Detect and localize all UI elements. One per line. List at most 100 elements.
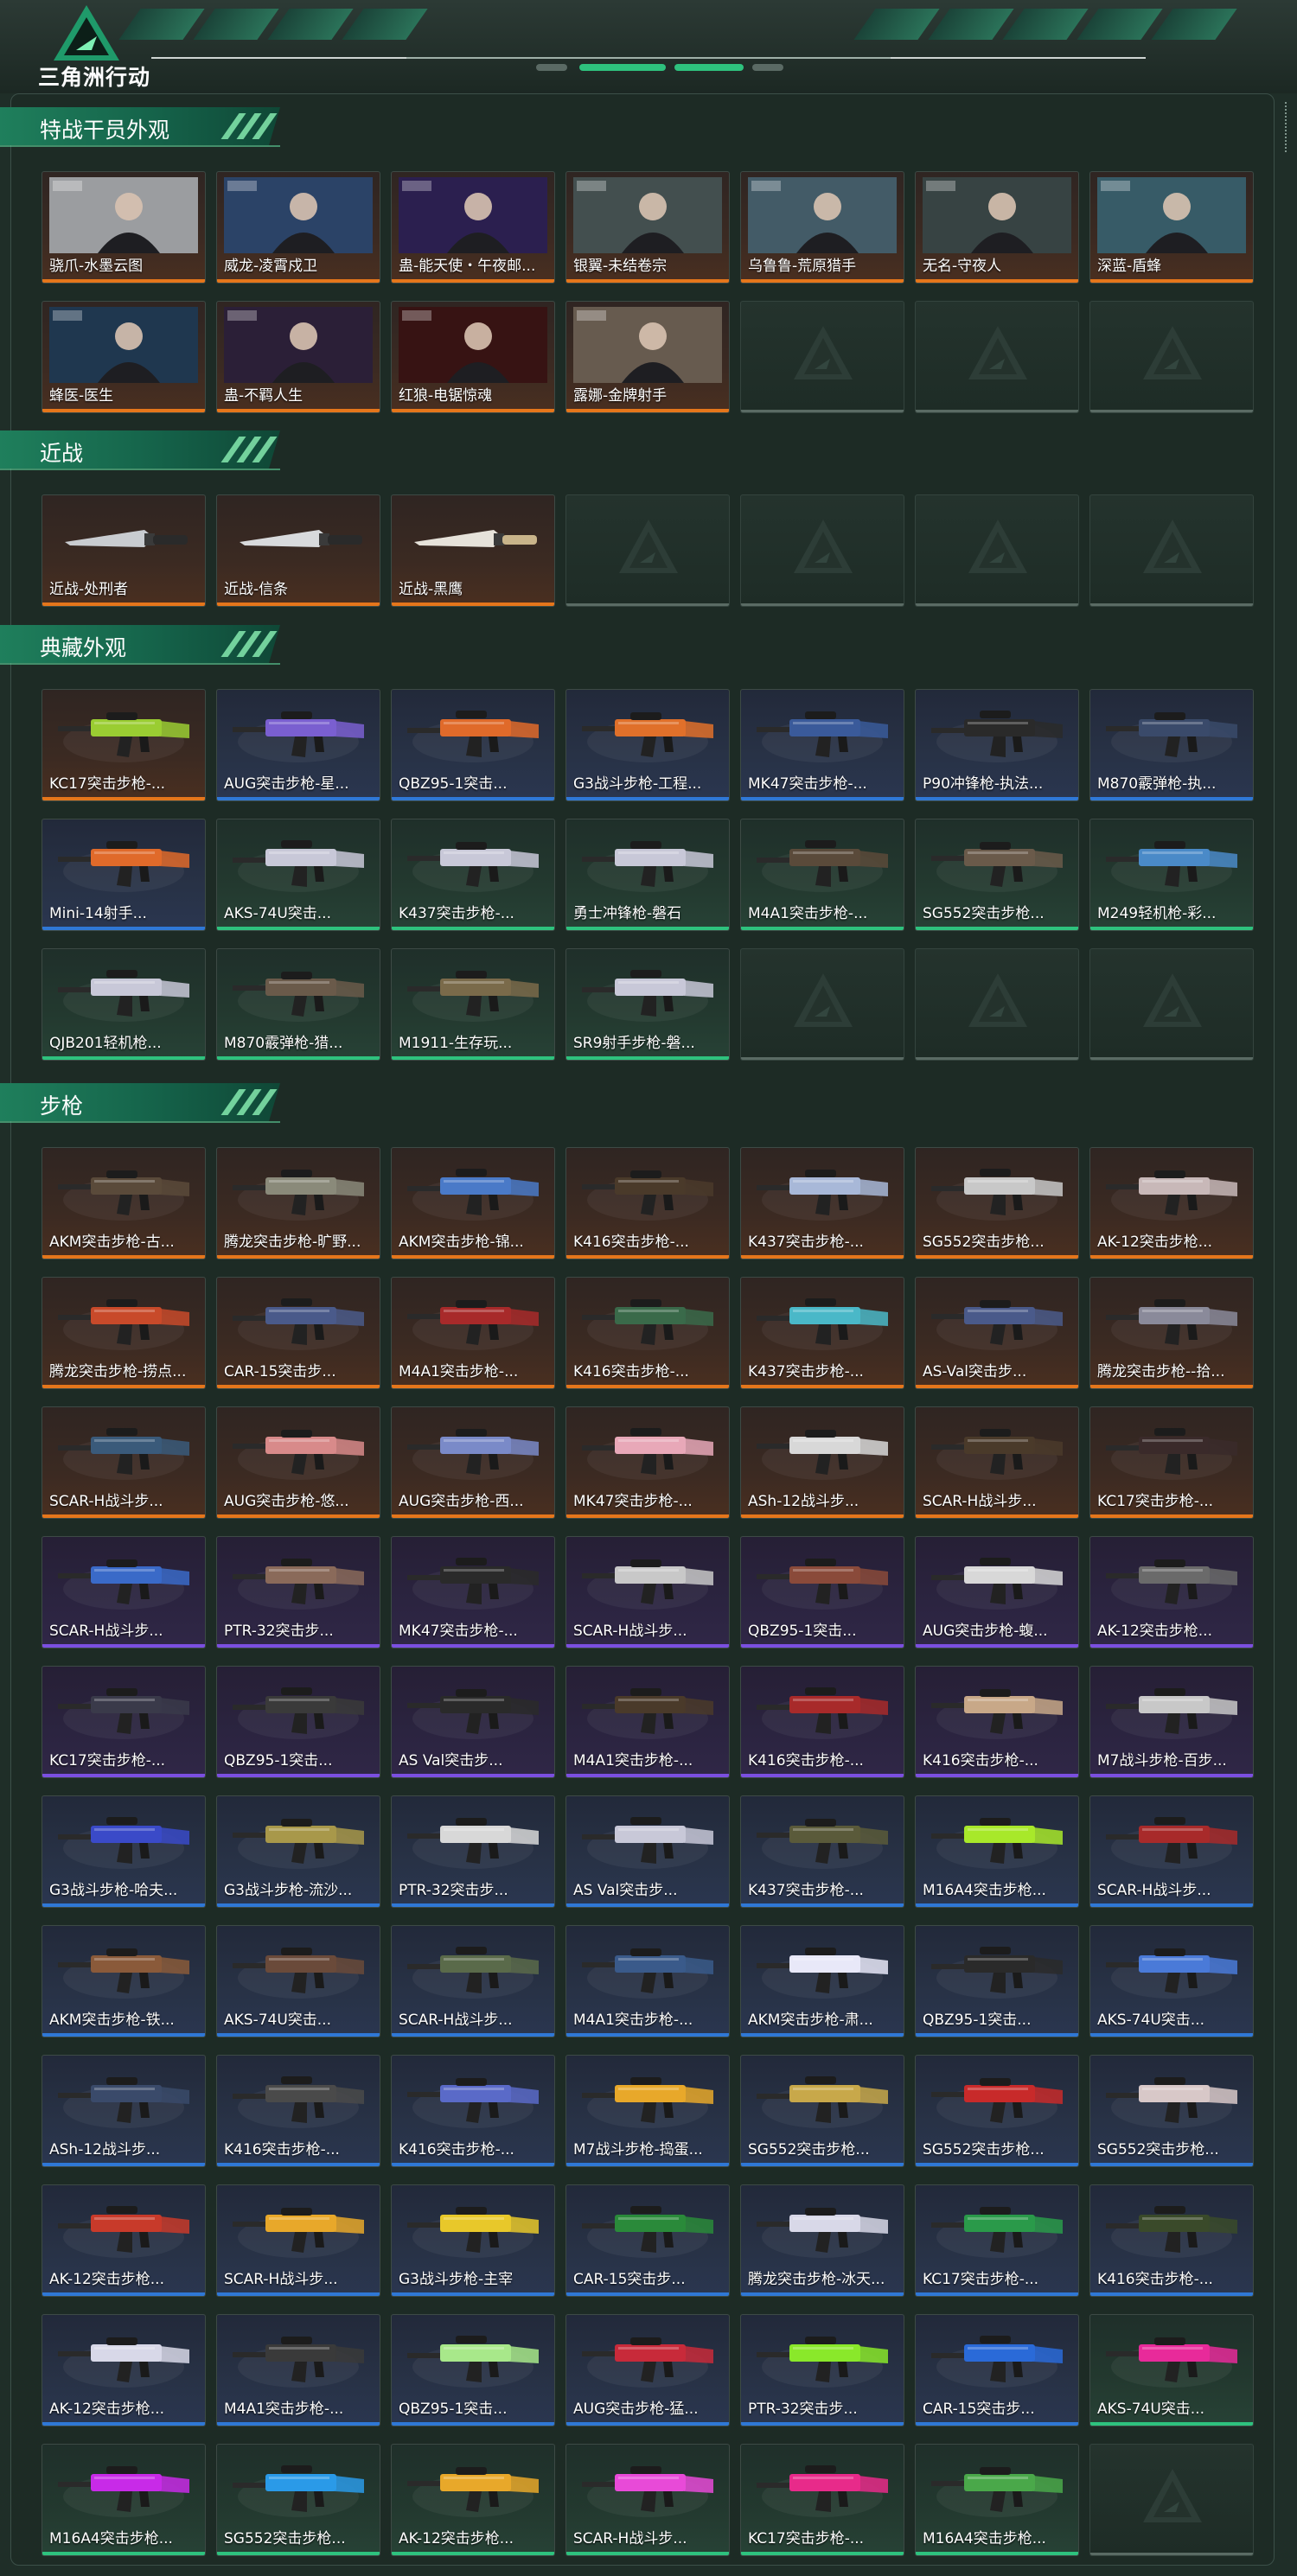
item-card[interactable]: AUG突击步枪-猛... <box>565 2314 730 2426</box>
item-card[interactable]: SCAR-H战斗步... <box>565 2444 730 2556</box>
item-card[interactable]: AK-12突击步枪... <box>42 2314 206 2426</box>
item-card[interactable]: QBZ95-1突击... <box>216 1666 380 1778</box>
item-card[interactable]: 骁爪-水墨云图 <box>42 171 206 284</box>
item-card[interactable]: K416突击步枪-... <box>1089 2184 1254 2297</box>
item-card[interactable]: AK-12突击步枪... <box>1089 1147 1254 1259</box>
item-card[interactable]: AS Val突击步... <box>391 1666 555 1778</box>
item-card[interactable]: AKM突击步枪-铁... <box>42 1925 206 2037</box>
item-card[interactable]: 近战-黑鹰 <box>391 494 555 607</box>
item-card[interactable]: AKS-74U突击... <box>1089 2314 1254 2426</box>
item-card[interactable]: KC17突击步枪-... <box>42 689 206 801</box>
item-card[interactable]: AK-12突击步枪... <box>391 2444 555 2556</box>
item-card[interactable]: SR9射手步枪-磐... <box>565 948 730 1061</box>
item-card[interactable]: SG552突击步枪... <box>915 1147 1079 1259</box>
scroll-indicator[interactable] <box>1285 102 1290 152</box>
item-card[interactable]: AKS-74U突击... <box>216 819 380 931</box>
item-card[interactable]: SCAR-H战斗步... <box>42 1406 206 1519</box>
item-card[interactable]: SCAR-H战斗步... <box>391 1925 555 2037</box>
item-card[interactable]: SG552突击步枪... <box>1089 2055 1254 2167</box>
item-card[interactable]: 腾龙突击步枪-旷野... <box>216 1147 380 1259</box>
item-card[interactable]: M4A1突击步枪-... <box>565 1925 730 2037</box>
item-card[interactable]: 乌鲁鲁-荒原猎手 <box>740 171 904 284</box>
item-card[interactable]: SG552突击步枪... <box>915 819 1079 931</box>
item-card[interactable]: QBZ95-1突击... <box>740 1536 904 1648</box>
item-card[interactable]: M870霰弹枪-执... <box>1089 689 1254 801</box>
item-card[interactable]: 银翼-未结卷宗 <box>565 171 730 284</box>
item-card[interactable]: M16A4突击步枪... <box>42 2444 206 2556</box>
item-card[interactable]: AUG突击步枪-西... <box>391 1406 555 1519</box>
item-card[interactable]: M870霰弹枪-猎... <box>216 948 380 1061</box>
item-card[interactable]: K416突击步枪-... <box>915 1666 1079 1778</box>
item-card[interactable]: 蛊-能天使・午夜邮... <box>391 171 555 284</box>
item-card[interactable]: 深蓝-盾蜂 <box>1089 171 1254 284</box>
item-card[interactable]: 腾龙突击步枪-捞点... <box>42 1277 206 1389</box>
item-card[interactable]: QBZ95-1突击... <box>915 1925 1079 2037</box>
item-card[interactable]: SCAR-H战斗步... <box>915 1406 1079 1519</box>
item-card[interactable]: M4A1突击步枪-... <box>216 2314 380 2426</box>
item-card[interactable]: K437突击步枪-... <box>740 1277 904 1389</box>
item-card[interactable]: ASh-12战斗步... <box>740 1406 904 1519</box>
item-card[interactable]: AKS-74U突击... <box>216 1925 380 2037</box>
item-card[interactable]: PTR-32突击步... <box>391 1795 555 1908</box>
item-card[interactable]: MK47突击步枪-... <box>391 1536 555 1648</box>
item-card[interactable]: QBZ95-1突击... <box>391 689 555 801</box>
item-card[interactable]: QJB201轻机枪... <box>42 948 206 1061</box>
item-card[interactable]: PTR-32突击步... <box>740 2314 904 2426</box>
item-card[interactable]: SCAR-H战斗步... <box>216 2184 380 2297</box>
item-card[interactable]: G3战斗步枪-工程... <box>565 689 730 801</box>
item-card[interactable]: G3战斗步枪-哈夫... <box>42 1795 206 1908</box>
item-card[interactable]: M7战斗步枪-捣蛋... <box>565 2055 730 2167</box>
item-card[interactable]: AKS-74U突击... <box>1089 1925 1254 2037</box>
item-card[interactable]: M16A4突击步枪... <box>915 2444 1079 2556</box>
item-card[interactable]: MK47突击步枪-... <box>740 689 904 801</box>
item-card[interactable]: KC17突击步枪-... <box>915 2184 1079 2297</box>
item-card[interactable]: SCAR-H战斗步... <box>1089 1795 1254 1908</box>
item-card[interactable]: 蛊-不羁人生 <box>216 301 380 413</box>
item-card[interactable]: 露娜-金牌射手 <box>565 301 730 413</box>
item-card[interactable]: SG552突击步枪... <box>216 2444 380 2556</box>
item-card[interactable]: 近战-处刑者 <box>42 494 206 607</box>
item-card[interactable]: SG552突击步枪... <box>915 2055 1079 2167</box>
item-card[interactable]: AK-12突击步枪... <box>1089 1536 1254 1648</box>
item-card[interactable]: AS Val突击步... <box>565 1795 730 1908</box>
item-card[interactable]: MK47突击步枪-... <box>565 1406 730 1519</box>
item-card[interactable]: K416突击步枪-... <box>565 1277 730 1389</box>
item-card[interactable]: P90冲锋枪-执法... <box>915 689 1079 801</box>
item-card[interactable]: AK-12突击步枪... <box>42 2184 206 2297</box>
item-card[interactable]: K416突击步枪-... <box>216 2055 380 2167</box>
item-card[interactable]: 蜂医-医生 <box>42 301 206 413</box>
item-card[interactable]: 勇士冲锋枪-磐石 <box>565 819 730 931</box>
item-card[interactable]: 腾龙突击步枪--拾... <box>1089 1277 1254 1389</box>
item-card[interactable]: K437突击步枪-... <box>740 1147 904 1259</box>
item-card[interactable]: K416突击步枪-... <box>565 1147 730 1259</box>
item-card[interactable]: QBZ95-1突击... <box>391 2314 555 2426</box>
item-card[interactable]: K437突击步枪-... <box>391 819 555 931</box>
item-card[interactable]: AS-Val突击步... <box>915 1277 1079 1389</box>
item-card[interactable]: SCAR-H战斗步... <box>565 1536 730 1648</box>
item-card[interactable]: 腾龙突击步枪-冰天... <box>740 2184 904 2297</box>
item-card[interactable]: SCAR-H战斗步... <box>42 1536 206 1648</box>
item-card[interactable]: AKM突击步枪-古... <box>42 1147 206 1259</box>
item-card[interactable]: KC17突击步枪-... <box>1089 1406 1254 1519</box>
item-card[interactable]: M4A1突击步枪-... <box>391 1277 555 1389</box>
item-card[interactable]: G3战斗步枪-流沙... <box>216 1795 380 1908</box>
item-card[interactable]: M7战斗步枪-百步... <box>1089 1666 1254 1778</box>
item-card[interactable]: K416突击步枪-... <box>391 2055 555 2167</box>
item-card[interactable]: K437突击步枪-... <box>740 1795 904 1908</box>
item-card[interactable]: 威龙-凌霄戍卫 <box>216 171 380 284</box>
item-card[interactable]: 红狼-电锯惊魂 <box>391 301 555 413</box>
item-card[interactable]: AKM突击步枪-锦... <box>391 1147 555 1259</box>
item-card[interactable]: 无名-守夜人 <box>915 171 1079 284</box>
item-card[interactable]: AUG突击步枪-悠... <box>216 1406 380 1519</box>
item-card[interactable]: G3战斗步枪-主宰 <box>391 2184 555 2297</box>
item-card[interactable]: PTR-32突击步... <box>216 1536 380 1648</box>
item-card[interactable]: AUG突击步枪-蝮... <box>915 1536 1079 1648</box>
item-card[interactable]: M4A1突击步枪-... <box>565 1666 730 1778</box>
item-card[interactable]: CAR-15突击步... <box>565 2184 730 2297</box>
item-card[interactable]: KC17突击步枪-... <box>42 1666 206 1778</box>
item-card[interactable]: AUG突击步枪-星... <box>216 689 380 801</box>
item-card[interactable]: 近战-信条 <box>216 494 380 607</box>
item-card[interactable]: M16A4突击步枪... <box>915 1795 1079 1908</box>
item-card[interactable]: ASh-12战斗步... <box>42 2055 206 2167</box>
item-card[interactable]: M1911-生存玩... <box>391 948 555 1061</box>
